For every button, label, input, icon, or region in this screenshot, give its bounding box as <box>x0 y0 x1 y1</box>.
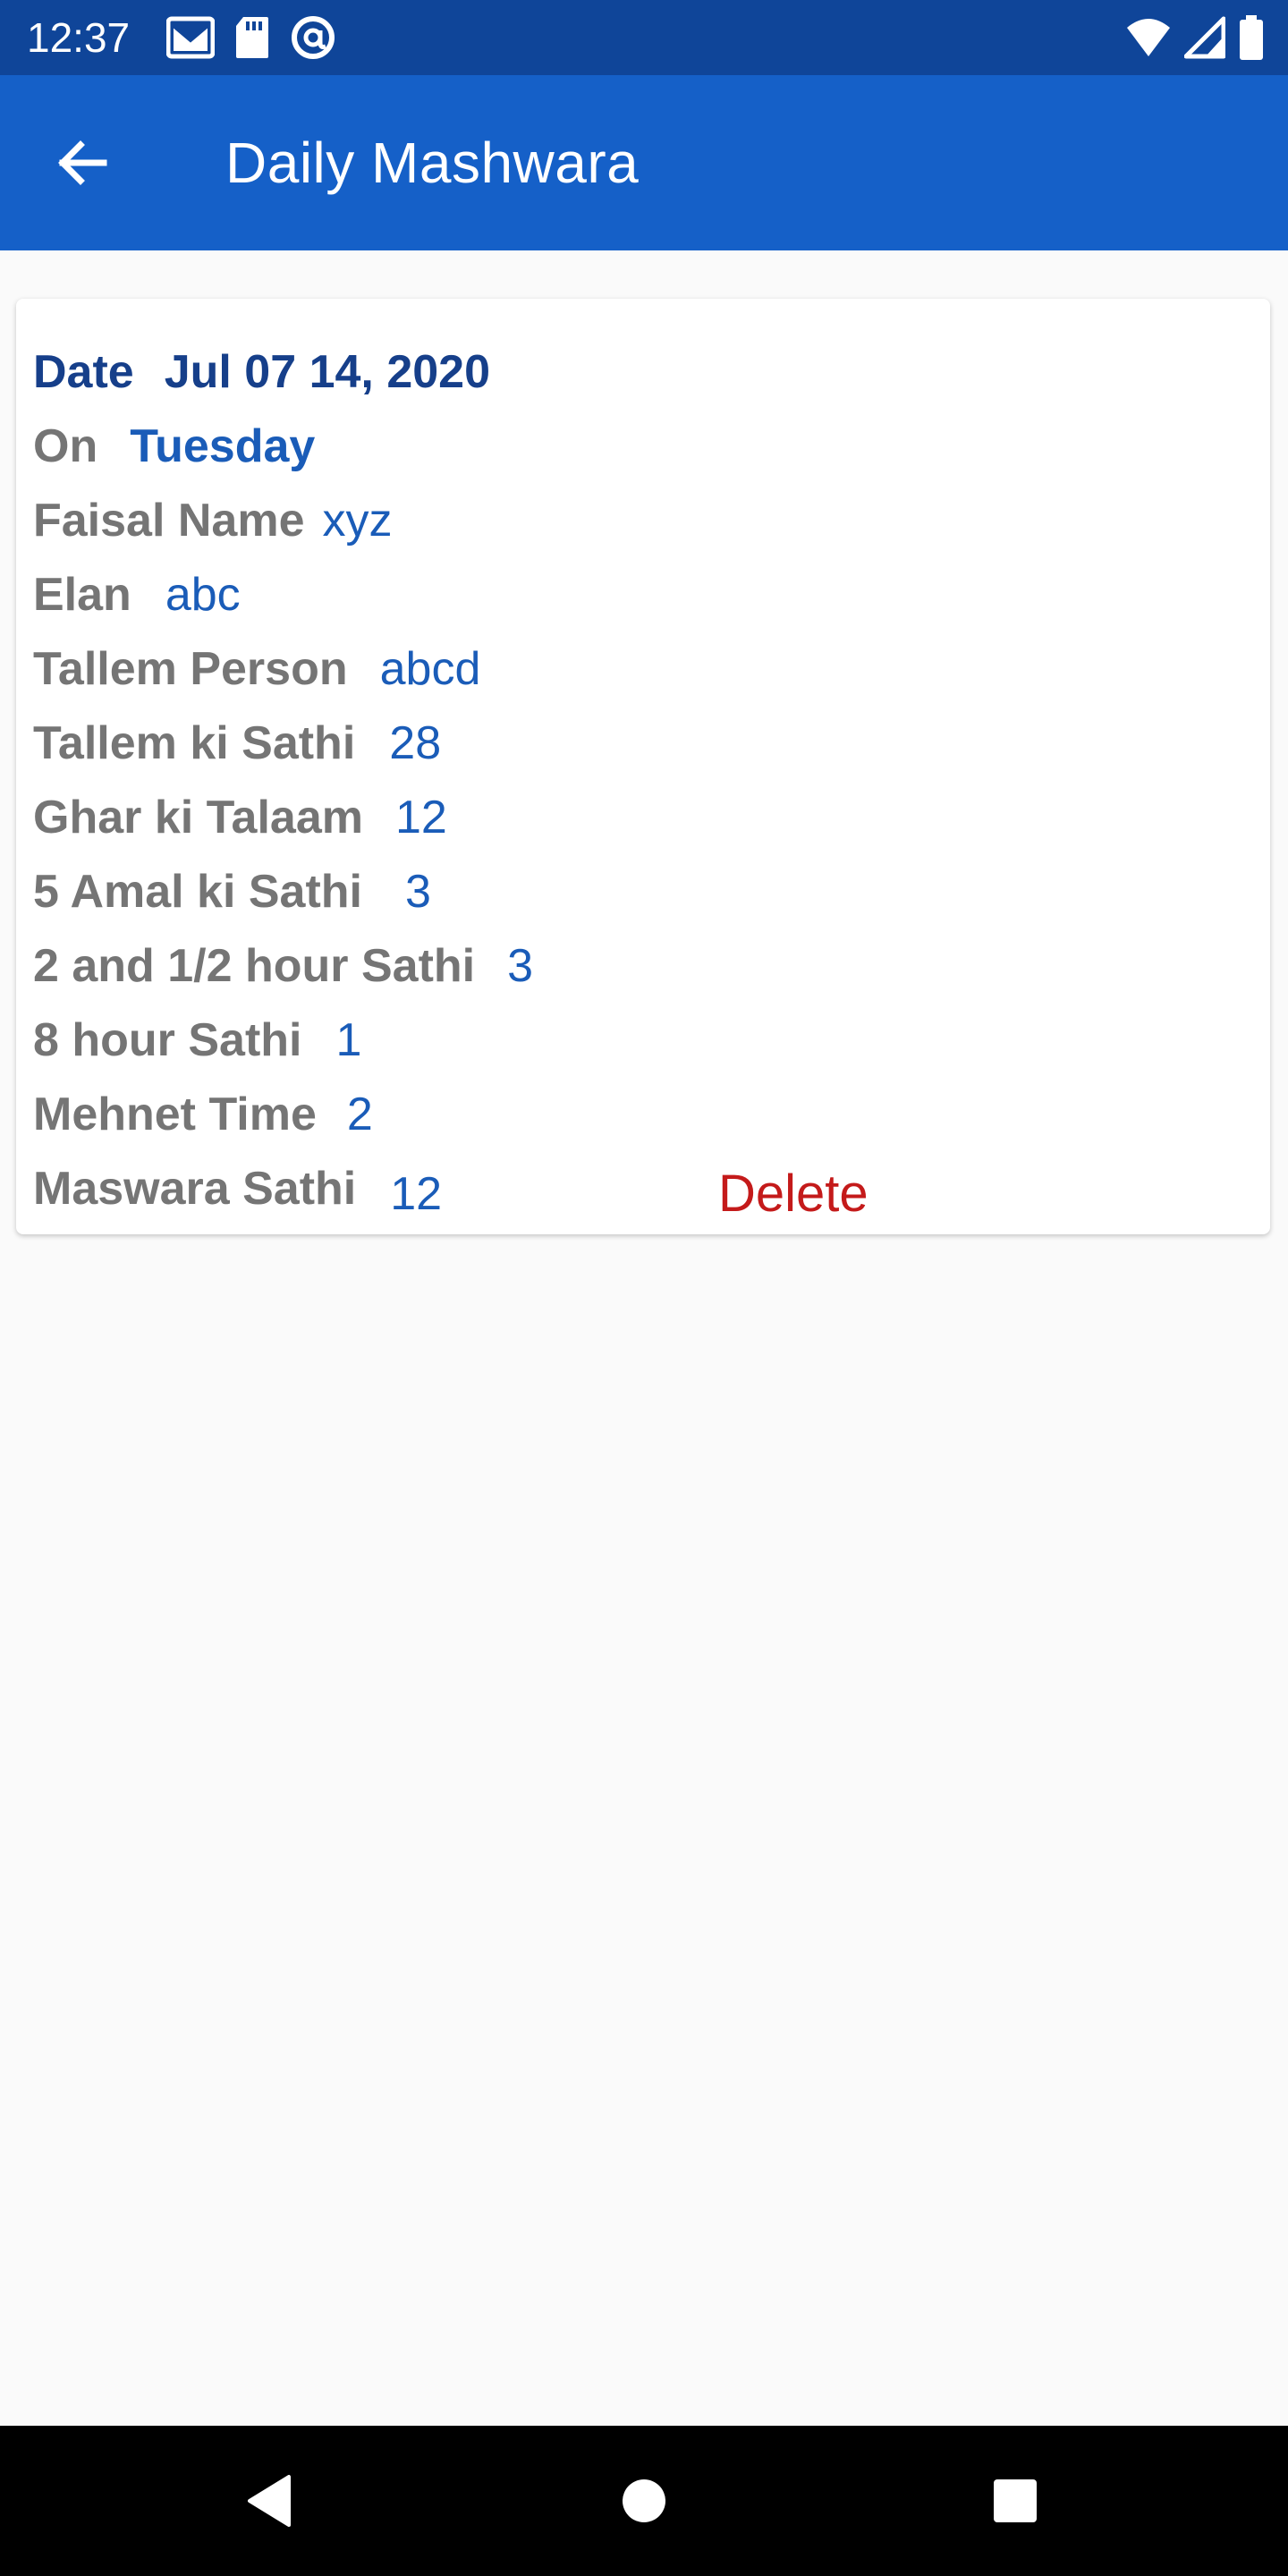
home-circle-icon <box>621 2478 667 2524</box>
field-row-tallem-ki-sathi: Tallem ki Sathi 28 <box>33 708 441 779</box>
status-notification-icons <box>166 14 336 61</box>
field-value: 12 <box>390 1168 443 1220</box>
recents-square-icon <box>992 2478 1038 2524</box>
status-time: 12:37 <box>27 14 131 61</box>
field-label: Tallem ki Sathi <box>33 717 356 769</box>
field-label: Tallem Person <box>33 643 348 695</box>
field-row-elan: Elan abc <box>33 559 241 631</box>
field-row-faisal-name: Faisal Name xyz <box>33 485 393 556</box>
field-label: Maswara Sathi <box>33 1163 357 1215</box>
field-value: xyz <box>322 495 393 547</box>
field-label: 5 Amal ki Sathi <box>33 866 362 918</box>
field-label: Ghar ki Talaam <box>33 792 363 843</box>
field-label: 8 hour Sathi <box>33 1014 302 1066</box>
cellular-signal-icon <box>1184 15 1225 60</box>
nav-home-button[interactable] <box>601 2458 687 2544</box>
field-value: abc <box>165 569 241 621</box>
at-sign-icon <box>290 14 336 61</box>
system-nav-bar <box>0 2426 1288 2576</box>
field-value: 1 <box>335 1014 362 1066</box>
field-row-2-and-half-hour-sathi: 2 and 1/2 hour Sathi 3 <box>33 930 533 1002</box>
field-label: Elan <box>33 569 131 621</box>
field-row-maswara-sathi: Maswara Sathi 12 <box>33 1153 442 1224</box>
field-value: 12 <box>394 792 447 843</box>
app-bar: Daily Mashwara <box>0 75 1288 250</box>
field-value: 2 <box>346 1089 373 1140</box>
day-label: On <box>33 420 98 472</box>
field-value: abcd <box>379 643 481 695</box>
date-value: Jul 07 14, 2020 <box>164 346 490 398</box>
nav-recents-button[interactable] <box>972 2458 1058 2544</box>
status-bar: 12:37 <box>0 0 1288 75</box>
arrow-back-icon <box>55 136 109 190</box>
field-row-tallem-person: Tallem Person abcd <box>33 633 480 705</box>
field-value: 28 <box>389 717 442 769</box>
field-row-ghar-ki-talaam: Ghar ki Talaam 12 <box>33 782 447 853</box>
field-value: 3 <box>507 940 534 992</box>
field-row-8-hour-sathi: 8 hour Sathi 1 <box>33 1004 361 1076</box>
date-row: Date Jul 07 14, 2020 <box>33 336 490 408</box>
back-button[interactable] <box>39 120 125 206</box>
sd-card-icon <box>234 14 270 61</box>
day-value: Tuesday <box>130 420 316 472</box>
status-system-icons <box>1125 14 1265 61</box>
wifi-icon <box>1125 15 1172 60</box>
field-label: 2 and 1/2 hour Sathi <box>33 940 476 992</box>
date-label: Date <box>33 346 134 398</box>
field-value: 3 <box>405 866 431 918</box>
field-row-mehnet-time: Mehnet Time 2 <box>33 1079 373 1150</box>
gmail-icon <box>166 14 215 61</box>
field-label: Faisal Name <box>33 495 305 547</box>
field-label: Mehnet Time <box>33 1089 317 1140</box>
back-triangle-icon <box>244 2473 294 2529</box>
battery-icon <box>1238 14 1265 61</box>
page-title: Daily Mashwara <box>225 131 640 195</box>
nav-back-button[interactable] <box>226 2458 312 2544</box>
day-row: On Tuesday <box>33 411 315 482</box>
delete-button[interactable]: Delete <box>718 1154 869 1233</box>
field-row-5-amal-ki-sathi: 5 Amal ki Sathi 3 <box>33 856 431 928</box>
